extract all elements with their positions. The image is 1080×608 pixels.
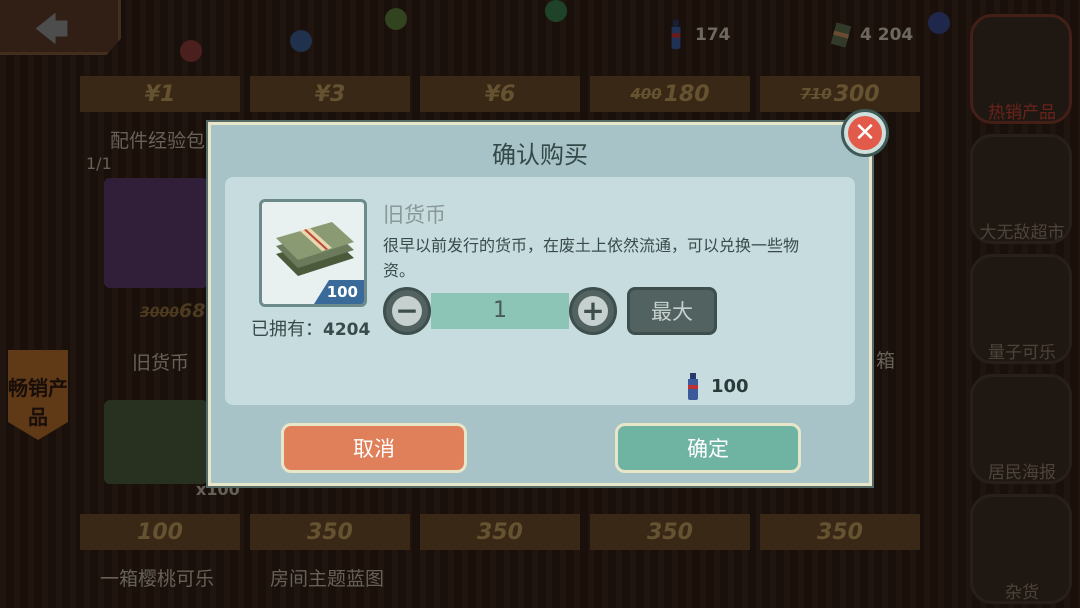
owned-count: 已拥有：4204 — [251, 315, 370, 341]
nuka-cola-icon — [688, 373, 698, 400]
minus-icon: − — [392, 296, 422, 326]
increment-button[interactable]: + — [569, 287, 617, 335]
dialog-title: 确认购买 — [492, 141, 588, 169]
cancel-button[interactable]: 取消 — [281, 423, 467, 473]
plus-icon: + — [578, 296, 608, 326]
confirm-button[interactable]: 确定 — [615, 423, 801, 473]
close-button[interactable]: ✕ — [841, 109, 889, 157]
item-name: 旧货币 — [383, 203, 446, 227]
confirm-purchase-dialog: 确认购买 100 已拥有：4204 旧货币 很早以前发行的货币，在废土上依然流通… — [208, 122, 872, 486]
decrement-button[interactable]: − — [383, 287, 431, 335]
owned-value: 4204 — [323, 320, 371, 340]
owned-label: 已拥有： — [251, 319, 323, 340]
item-thumbnail: 100 — [259, 199, 367, 307]
cost-value: 100 — [711, 376, 749, 397]
quantity-field[interactable]: 1 — [431, 293, 569, 329]
item-description: 很早以前发行的货币，在废土上依然流通，可以兑换一些物资。 — [383, 236, 800, 280]
total-cost: 100 — [685, 373, 749, 401]
close-icon: ✕ — [848, 116, 882, 150]
item-panel: 100 已拥有：4204 旧货币 很早以前发行的货币，在废土上依然流通，可以兑换… — [225, 177, 855, 405]
max-button[interactable]: 最大 — [627, 287, 717, 335]
